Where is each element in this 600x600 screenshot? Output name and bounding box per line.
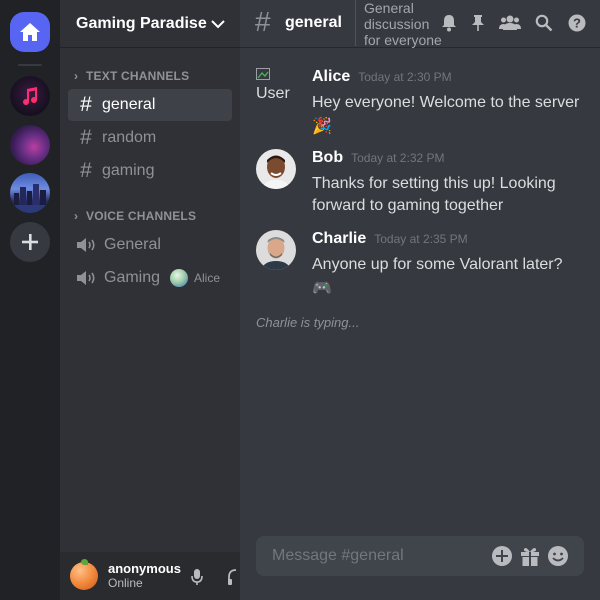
- server-neon[interactable]: [10, 125, 50, 165]
- pin-icon[interactable]: [471, 14, 485, 32]
- message-timestamp: Today at 2:30 PM: [358, 70, 452, 84]
- avatar-alt-text: User: [256, 85, 290, 102]
- broken-image-icon: [256, 68, 270, 80]
- message-text: Thanks for setting this up! Looking forw…: [312, 175, 556, 214]
- channel-gaming[interactable]: # gaming: [68, 155, 232, 187]
- channel-random[interactable]: # random: [68, 122, 232, 154]
- avatar: [169, 269, 188, 287]
- game-controller-icon: 🎮: [312, 280, 332, 297]
- city-image: [10, 184, 50, 213]
- category-label: VOICE CHANNELS: [86, 209, 197, 223]
- party-popper-icon: 🎉: [312, 118, 332, 135]
- avatar[interactable]: [256, 230, 296, 270]
- server-city[interactable]: [10, 173, 50, 213]
- voice-channel-general[interactable]: General: [68, 229, 232, 261]
- message-input[interactable]: [272, 547, 472, 565]
- speaker-icon: [76, 237, 98, 253]
- svg-text:?: ?: [573, 16, 581, 31]
- message-composer: [256, 536, 584, 576]
- channel-label: random: [102, 129, 157, 146]
- message-text: Hey everyone! Welcome to the server: [312, 94, 580, 111]
- add-icon[interactable]: [491, 545, 513, 567]
- user-panel: anonymous Online: [60, 552, 240, 600]
- user-name: anonymous: [108, 561, 181, 576]
- channel-sidebar: Gaming Paradise › TEXT CHANNELS # genera…: [60, 0, 240, 600]
- avatar[interactable]: User: [256, 68, 296, 108]
- voice-member[interactable]: Alice: [169, 269, 220, 287]
- server-music[interactable]: [10, 76, 50, 116]
- channel-label: general: [102, 96, 156, 113]
- message-timestamp: Today at 2:32 PM: [351, 151, 445, 165]
- channel-title: general: [285, 14, 342, 31]
- message-author[interactable]: Bob: [312, 149, 343, 167]
- speaker-icon: [76, 270, 98, 286]
- hash-icon: #: [80, 126, 92, 149]
- header-divider: [355, 0, 356, 46]
- hash-icon: #: [255, 6, 271, 37]
- members-icon[interactable]: [499, 14, 521, 32]
- user-status: Online: [108, 576, 143, 590]
- message-timestamp: Today at 2:35 PM: [374, 232, 468, 246]
- rail-separator: [18, 64, 42, 66]
- plus-icon: [22, 234, 38, 250]
- add-server-button[interactable]: [10, 222, 50, 262]
- avatar[interactable]: [70, 559, 98, 590]
- typing-indicator: Charlie is typing...: [256, 315, 360, 330]
- bell-icon[interactable]: [441, 14, 457, 32]
- guild-name: Gaming Paradise: [76, 14, 207, 32]
- avatar[interactable]: [256, 149, 296, 189]
- server-rail: [0, 0, 60, 600]
- music-note-icon: [23, 87, 38, 106]
- message-text: Anyone up for some Valorant later?: [312, 256, 563, 273]
- channel-label: gaming: [102, 162, 155, 179]
- guild-header[interactable]: Gaming Paradise: [60, 0, 240, 48]
- category-label: TEXT CHANNELS: [86, 69, 190, 83]
- message-author[interactable]: Charlie: [312, 230, 366, 248]
- chevron-right-icon: ›: [74, 69, 79, 83]
- category-text-channels[interactable]: › TEXT CHANNELS: [74, 69, 189, 83]
- help-icon[interactable]: ?: [568, 14, 586, 32]
- channel-topic: General discussion for everyone: [364, 0, 442, 48]
- message: Charlie Today at 2:35 PM Anyone up for s…: [256, 230, 586, 300]
- chevron-down-icon: [211, 20, 225, 29]
- hash-icon: #: [80, 159, 92, 182]
- chevron-right-icon: ›: [74, 209, 79, 223]
- channel-general[interactable]: # general: [68, 89, 232, 121]
- home-button[interactable]: [10, 12, 50, 52]
- home-icon: [20, 23, 40, 41]
- message: User Alice Today at 2:30 PM Hey everyone…: [256, 68, 586, 138]
- chat-main: # general General discussion for everyon…: [240, 0, 600, 600]
- gift-icon[interactable]: [519, 545, 541, 567]
- channel-header: # general General discussion for everyon…: [240, 0, 600, 48]
- voice-channel-gaming[interactable]: Gaming Alice: [68, 262, 232, 294]
- microphone-icon[interactable]: [191, 568, 203, 586]
- headphones-icon[interactable]: [228, 568, 240, 586]
- search-icon[interactable]: [535, 14, 553, 32]
- voice-member-name: Alice: [193, 271, 220, 285]
- emoji-icon[interactable]: [547, 545, 569, 567]
- channel-label: Gaming: [104, 269, 161, 286]
- hash-icon: #: [80, 93, 92, 116]
- channel-label: General: [104, 236, 161, 253]
- message-author[interactable]: Alice: [312, 68, 350, 86]
- message: Bob Today at 2:32 PM Thanks for setting …: [256, 149, 586, 219]
- category-voice-channels[interactable]: › VOICE CHANNELS: [74, 209, 196, 223]
